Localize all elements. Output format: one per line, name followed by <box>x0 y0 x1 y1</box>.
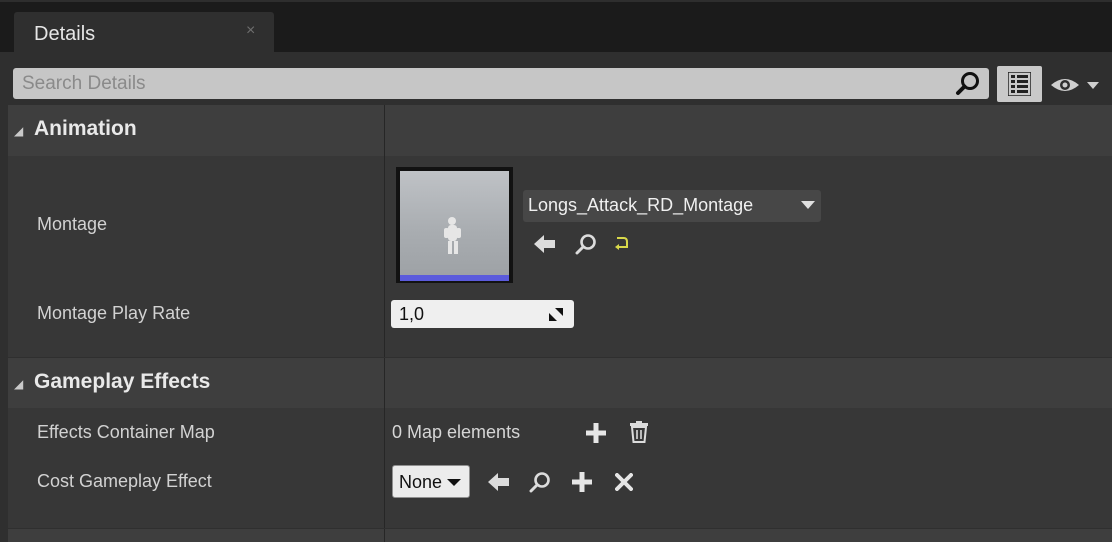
arrow-left-icon[interactable] <box>487 471 510 493</box>
play-rate-value: 1,0 <box>399 304 425 324</box>
trash-icon[interactable] <box>629 421 649 443</box>
thumbnail-image <box>400 171 509 275</box>
plus-icon[interactable] <box>572 472 592 492</box>
play-rate-input[interactable]: 1,0 <box>391 300 574 328</box>
column-divider <box>384 105 385 357</box>
magnifier-icon[interactable] <box>575 233 598 255</box>
gameplay-effects-section-header[interactable]: ◢ Gameplay Effects <box>8 358 1112 408</box>
details-tab[interactable]: Details × <box>14 12 274 54</box>
column-divider <box>384 358 385 528</box>
search-placeholder: Search Details <box>22 73 146 94</box>
search-icon[interactable] <box>955 71 981 97</box>
view-options-button[interactable] <box>997 66 1042 102</box>
x-icon[interactable] <box>615 473 633 491</box>
chevron-down-icon <box>801 201 815 209</box>
reset-icon[interactable] <box>614 236 630 250</box>
next-section-header[interactable] <box>8 529 1112 542</box>
section-title: Gameplay Effects <box>34 370 211 393</box>
collapse-arrow-icon: ◢ <box>14 124 24 138</box>
tab-bar: Details × <box>0 0 1112 54</box>
cost-effect-value: None <box>399 472 443 492</box>
list-view-icon <box>1008 72 1031 96</box>
section-title: Animation <box>34 117 137 140</box>
montage-value: Longs_Attack_RD_Montage <box>528 195 754 215</box>
drag-handle-icon[interactable] <box>548 307 564 322</box>
animation-section-header[interactable]: ◢ Animation <box>8 105 1112 156</box>
collapse-arrow-icon: ◢ <box>14 377 24 391</box>
character-figure <box>444 217 461 254</box>
effects-map-count: 0 Map elements <box>392 422 521 442</box>
montage-asset-combo[interactable]: Longs_Attack_RD_Montage <box>523 190 821 222</box>
search-input[interactable]: Search Details <box>13 68 989 99</box>
tab-title: Details <box>34 23 96 45</box>
asset-type-bar <box>400 275 509 281</box>
montage-play-rate-label: Montage Play Rate <box>37 303 191 323</box>
plus-icon[interactable] <box>586 423 606 443</box>
eye-icon[interactable] <box>1049 72 1105 98</box>
cost-gameplay-effect-label: Cost Gameplay Effect <box>37 471 212 491</box>
montage-thumbnail[interactable] <box>396 167 513 283</box>
column-divider <box>384 529 385 542</box>
close-icon[interactable]: × <box>246 22 255 40</box>
effects-container-map-label: Effects Container Map <box>37 422 215 442</box>
cost-effect-combo[interactable]: None <box>392 465 470 498</box>
arrow-left-icon[interactable] <box>533 233 556 255</box>
montage-label: Montage <box>37 214 108 234</box>
magnifier-icon[interactable] <box>529 471 552 493</box>
chevron-down-icon <box>447 479 461 486</box>
